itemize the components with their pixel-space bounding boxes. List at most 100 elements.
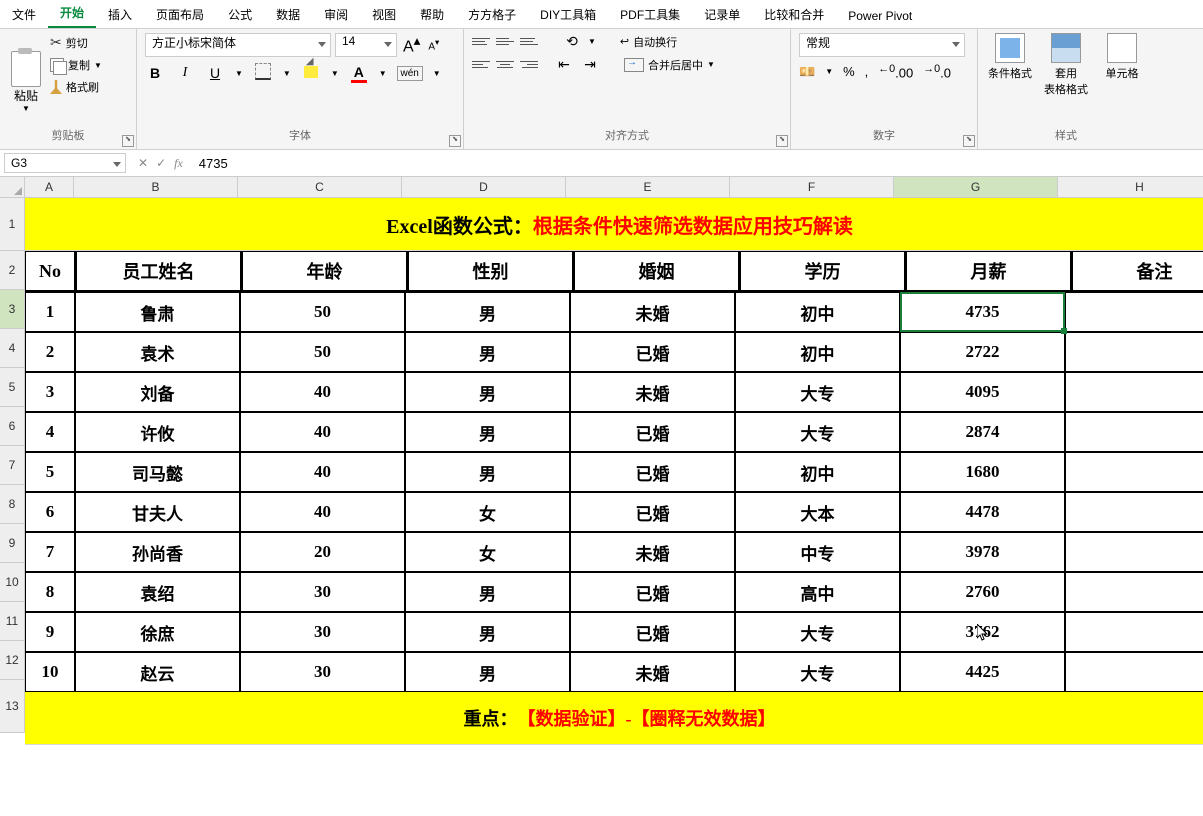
data-cell[interactable]: 已婚 (570, 412, 735, 452)
data-cell[interactable]: 未婚 (570, 652, 735, 692)
header-cell[interactable]: 备注 (1072, 251, 1203, 292)
data-cell[interactable]: 鲁肃 (75, 292, 240, 332)
col-header-H[interactable]: H (1058, 177, 1203, 198)
data-cell[interactable]: 2 (25, 332, 75, 372)
row-header-13[interactable]: 13 (0, 680, 25, 733)
italic-button[interactable]: I (175, 65, 195, 81)
data-cell[interactable]: 大专 (735, 612, 900, 652)
font-color-button[interactable]: A (349, 64, 369, 83)
menu-item-9[interactable]: 方方格子 (456, 1, 528, 28)
menu-item-11[interactable]: PDF工具集 (608, 1, 692, 28)
menu-item-5[interactable]: 数据 (264, 1, 312, 28)
data-cell[interactable] (1065, 292, 1203, 332)
data-cell[interactable]: 男 (405, 292, 570, 332)
row-header-11[interactable]: 11 (0, 602, 25, 641)
row-header-12[interactable]: 12 (0, 641, 25, 680)
orientation-button[interactable]: ⟲ (562, 33, 582, 50)
row-header-9[interactable]: 9 (0, 524, 25, 563)
wrap-text-button[interactable]: ↩自动换行 (620, 34, 677, 50)
merge-center-button[interactable]: 合并后居中▼ (624, 57, 715, 73)
col-header-F[interactable]: F (730, 177, 894, 198)
col-header-D[interactable]: D (402, 177, 566, 198)
data-cell[interactable]: 4735 (900, 292, 1065, 332)
data-cell[interactable]: 甘夫人 (75, 492, 240, 532)
data-cell[interactable] (1065, 652, 1203, 692)
increase-font-button[interactable]: A▴ (401, 33, 422, 56)
data-cell[interactable]: 4478 (900, 492, 1065, 532)
row-header-8[interactable]: 8 (0, 485, 25, 524)
decrease-indent-button[interactable]: ⇤ (554, 56, 574, 73)
menu-item-12[interactable]: 记录单 (692, 1, 752, 28)
align-top-button[interactable] (472, 34, 490, 50)
align-left-button[interactable] (472, 57, 490, 73)
data-cell[interactable]: 司马懿 (75, 452, 240, 492)
data-cell[interactable]: 3 (25, 372, 75, 412)
data-cell[interactable]: 大专 (735, 412, 900, 452)
row-header-3[interactable]: 3 (0, 290, 25, 329)
data-cell[interactable]: 50 (240, 292, 405, 332)
increase-indent-button[interactable]: ⇥ (580, 56, 600, 73)
number-launcher[interactable]: ⬊ (963, 135, 975, 147)
data-cell[interactable]: 4 (25, 412, 75, 452)
data-cell[interactable]: 袁术 (75, 332, 240, 372)
row-header-2[interactable]: 2 (0, 251, 25, 290)
data-cell[interactable]: 男 (405, 412, 570, 452)
data-cell[interactable]: 男 (405, 452, 570, 492)
footer-cell[interactable]: 重点：【数据验证】-【圈释无效数据】 (25, 692, 1203, 745)
data-cell[interactable] (1065, 372, 1203, 412)
fx-button[interactable]: fx (174, 156, 183, 171)
cell-style-button[interactable]: 单元格 (1098, 33, 1146, 97)
font-size-select[interactable]: 14 (335, 33, 397, 57)
menu-item-13[interactable]: 比较和合并 (752, 1, 836, 28)
border-button[interactable] (253, 63, 273, 83)
font-launcher[interactable]: ⬊ (449, 135, 461, 147)
data-cell[interactable]: 未婚 (570, 292, 735, 332)
title-cell[interactable]: Excel函数公式：根据条件快速筛选数据应用技巧解读 (25, 198, 1203, 251)
data-cell[interactable]: 徐庶 (75, 612, 240, 652)
phonetic-button[interactable]: wén (397, 66, 423, 81)
data-cell[interactable]: 3978 (900, 532, 1065, 572)
bold-button[interactable]: B (145, 65, 165, 81)
conditional-format-button[interactable]: 条件格式 (986, 33, 1034, 97)
data-cell[interactable]: 刘备 (75, 372, 240, 412)
row-header-5[interactable]: 5 (0, 368, 25, 407)
row-header-10[interactable]: 10 (0, 563, 25, 602)
cut-button[interactable]: ✂剪切 (48, 33, 104, 52)
accept-formula-button[interactable]: ✓ (156, 156, 166, 170)
data-cell[interactable]: 孙尚香 (75, 532, 240, 572)
data-cell[interactable] (1065, 612, 1203, 652)
data-cell[interactable]: 8 (25, 572, 75, 612)
data-cell[interactable]: 7 (25, 532, 75, 572)
header-cell[interactable]: 月薪 (906, 251, 1072, 292)
data-cell[interactable]: 40 (240, 492, 405, 532)
underline-button[interactable]: U (205, 65, 225, 81)
data-cell[interactable]: 大专 (735, 652, 900, 692)
align-middle-button[interactable] (496, 34, 514, 50)
data-cell[interactable] (1065, 452, 1203, 492)
data-cell[interactable]: 男 (405, 652, 570, 692)
header-cell[interactable]: No (25, 251, 76, 292)
col-header-B[interactable]: B (74, 177, 238, 198)
data-cell[interactable]: 3762 (900, 612, 1065, 652)
data-cell[interactable]: 40 (240, 452, 405, 492)
menu-item-14[interactable]: Power Pivot (836, 4, 924, 28)
comma-button[interactable]: , (865, 64, 869, 79)
data-cell[interactable]: 30 (240, 612, 405, 652)
menu-item-0[interactable]: 文件 (0, 1, 48, 28)
clipboard-launcher[interactable]: ⬊ (122, 135, 134, 147)
data-cell[interactable]: 30 (240, 572, 405, 612)
font-name-select[interactable]: 方正小标宋简体 (145, 33, 331, 57)
header-cell[interactable]: 性别 (408, 251, 574, 292)
data-cell[interactable]: 初中 (735, 292, 900, 332)
data-cell[interactable]: 袁绍 (75, 572, 240, 612)
col-header-G[interactable]: G (894, 177, 1058, 198)
data-cell[interactable] (1065, 332, 1203, 372)
data-cell[interactable]: 高中 (735, 572, 900, 612)
data-cell[interactable]: 已婚 (570, 332, 735, 372)
data-cell[interactable] (1065, 412, 1203, 452)
data-cell[interactable]: 中专 (735, 532, 900, 572)
menu-item-7[interactable]: 视图 (360, 1, 408, 28)
data-cell[interactable]: 大专 (735, 372, 900, 412)
cancel-formula-button[interactable]: ✕ (138, 156, 148, 170)
row-header-1[interactable]: 1 (0, 198, 25, 251)
